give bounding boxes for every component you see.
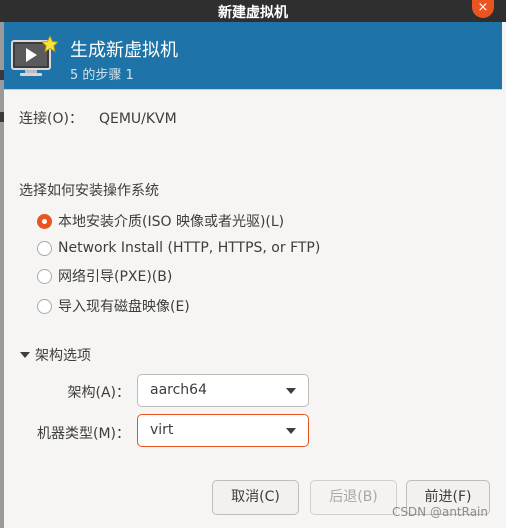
watermark: CSDN @antRain [391,505,488,519]
monitor-with-star-icon [11,35,58,76]
expander-label[interactable]: 架构选项 [35,345,91,365]
cancel-button[interactable]: 取消(C) [212,480,299,515]
arch-options-expander[interactable]: 架构选项 [20,345,91,365]
background-window-edge [0,22,4,528]
window-titlebar: 新建虚拟机 × [0,0,506,22]
arch-value: aarch64 [150,382,207,398]
wizard-title: 生成新虚拟机 [70,40,178,61]
radio-import-disk[interactable]: 导入现有磁盘映像(E) [37,295,190,317]
arch-label: 架构(A)： [67,385,130,401]
radio-button-checked[interactable] [37,213,52,229]
radio-network-install[interactable]: Network Install (HTTP, HTTPS, or FTP) [37,237,320,259]
radio-button[interactable] [37,298,52,314]
machine-type-label: 机器类型(M)： [36,426,130,442]
wizard-header: 生成新虚拟机 5 的步骤 1 [4,22,502,89]
header-divider [4,89,502,90]
wizard-step: 5 的步骤 1 [70,68,134,83]
radio-local-media[interactable]: 本地安装介质(ISO 映像或者光驱)(L) [37,210,284,232]
radio-label[interactable]: Network Install (HTTP, HTTPS, or FTP) [58,240,320,256]
install-method-heading: 选择如何安装操作系统 [19,183,159,199]
connection-label: 连接(O)： [19,111,83,127]
radio-label[interactable]: 网络引导(PXE)(B) [58,266,172,286]
radio-label[interactable]: 本地安装介质(ISO 映像或者光驱)(L) [58,211,284,231]
arch-combo[interactable]: aarch64 [137,374,309,407]
connection-row: 连接(O)： QEMU/KVM [19,108,177,128]
window-title: 新建虚拟机 [218,5,288,21]
radio-network-boot[interactable]: 网络引导(PXE)(B) [37,265,172,287]
back-button[interactable]: 后退(B) [310,480,397,515]
machine-type-combo[interactable]: virt [137,414,309,447]
expander-triangle-icon[interactable] [20,352,30,358]
radio-button[interactable] [37,240,52,256]
radio-label[interactable]: 导入现有磁盘映像(E) [58,296,190,316]
chevron-down-icon[interactable] [286,428,296,434]
edge-mark [0,112,4,122]
machine-type-value: virt [150,422,174,438]
connection-value: QEMU/KVM [98,111,177,127]
radio-button[interactable] [37,268,52,284]
chevron-down-icon[interactable] [286,388,296,394]
